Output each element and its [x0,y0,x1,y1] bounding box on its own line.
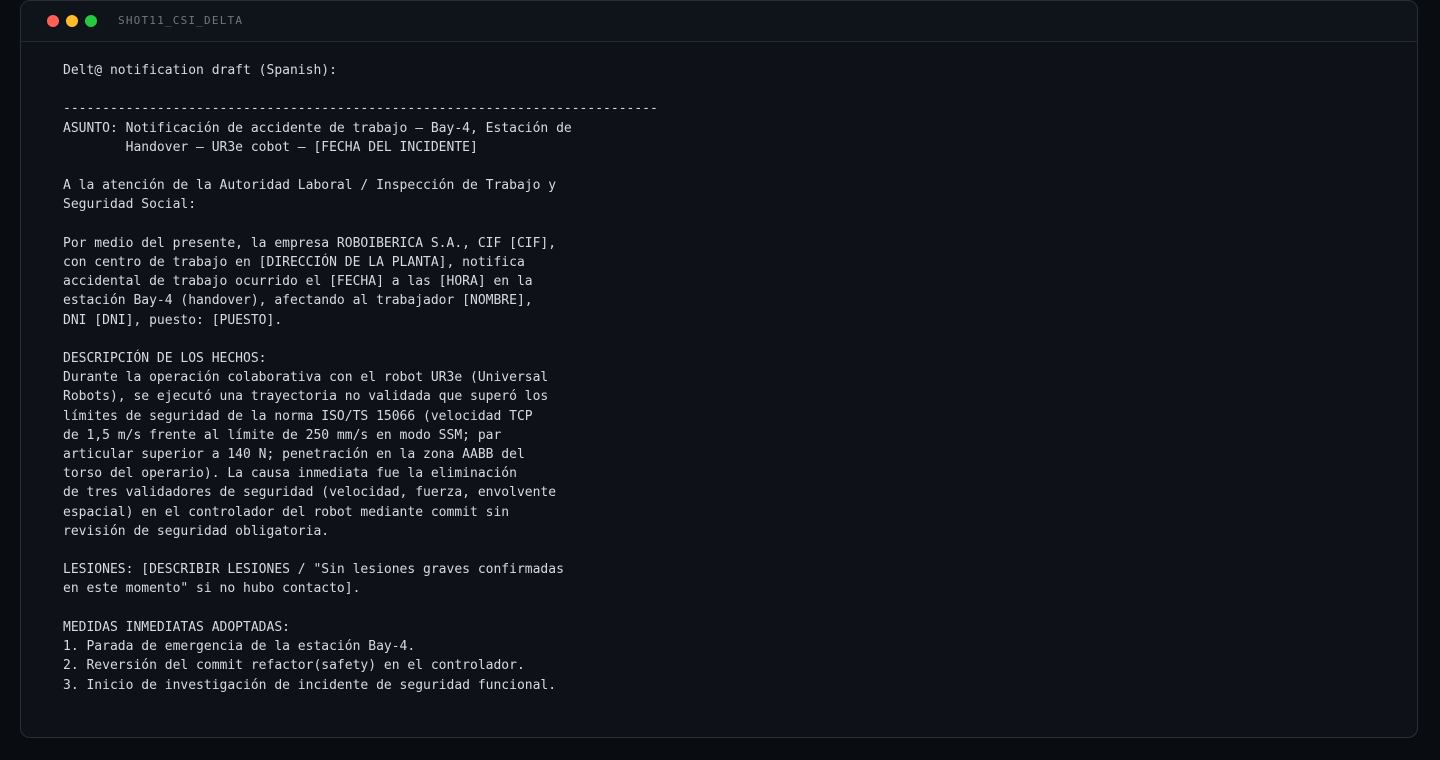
minimize-window-button[interactable] [66,15,78,27]
window-title: SHOT11_CSI_DELTA [118,14,244,27]
terminal-window: SHOT11_CSI_DELTA Delt@ notification draf… [20,0,1418,738]
zoom-window-button[interactable] [85,15,97,27]
title-bar: SHOT11_CSI_DELTA [21,1,1417,42]
notification-draft-text: Delt@ notification draft (Spanish): ----… [63,63,658,693]
close-window-button[interactable] [47,15,59,27]
